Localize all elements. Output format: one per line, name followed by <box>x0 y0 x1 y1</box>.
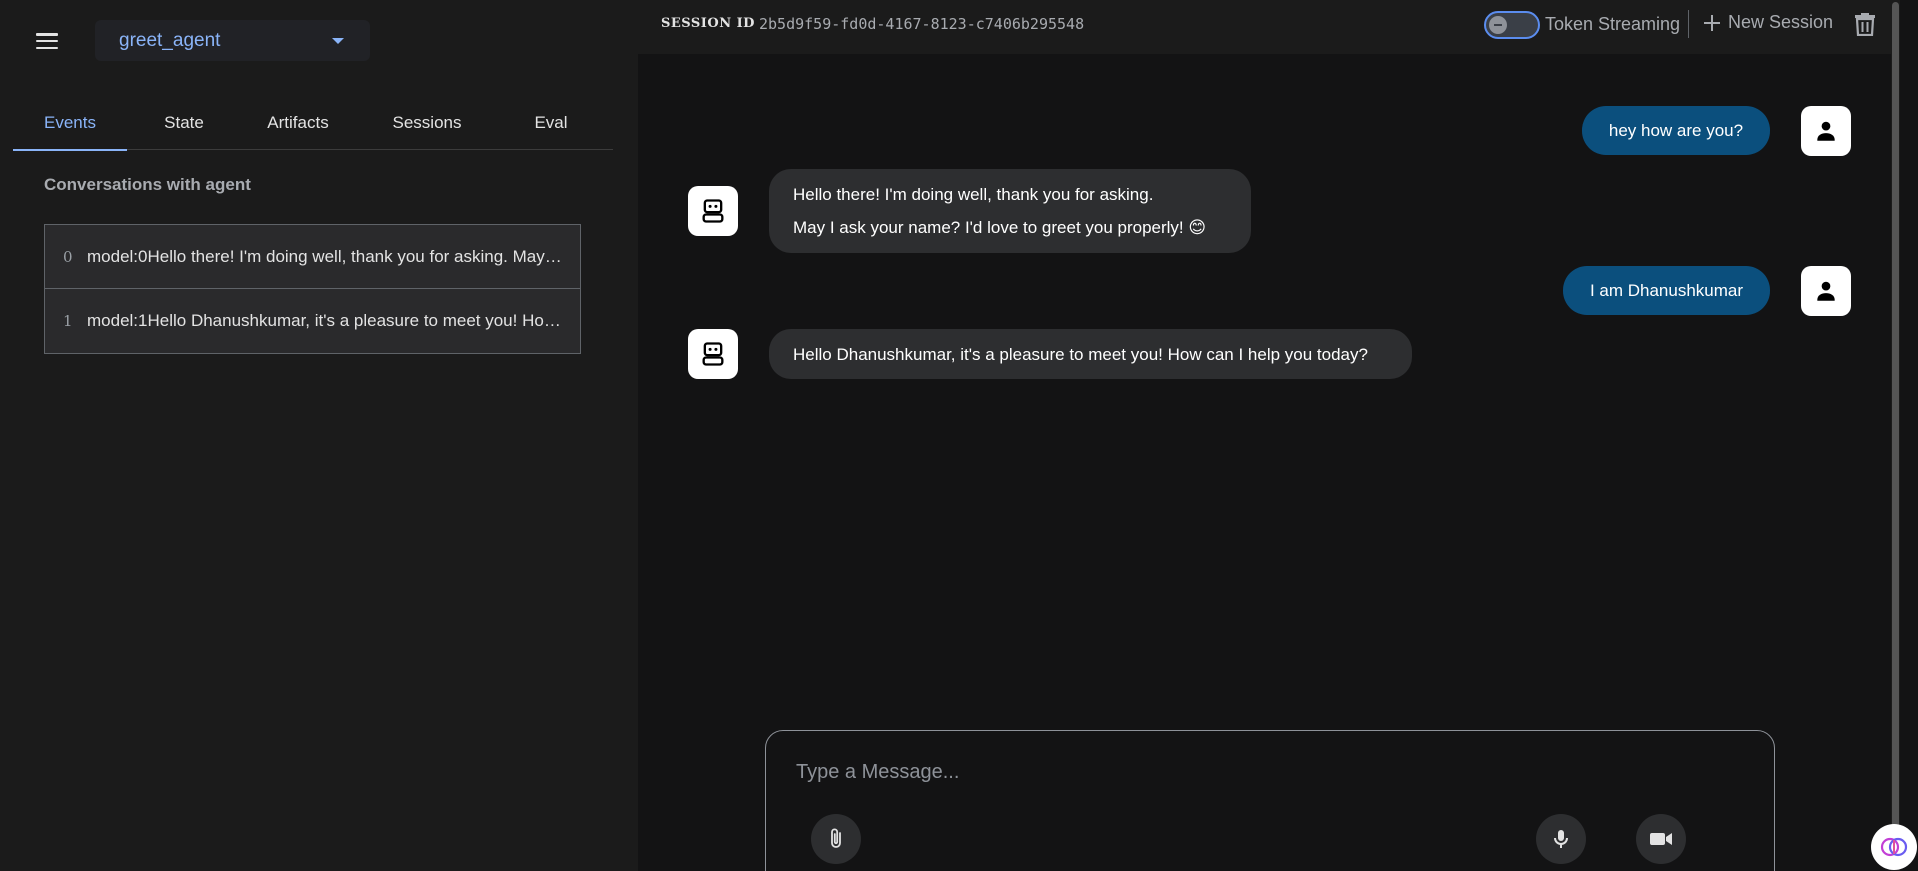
event-row[interactable]: 1 model:1Hello Dhanushkumar, it's a plea… <box>45 289 580 353</box>
sidebar: greet_agent Events State Artifacts Sessi… <box>0 0 638 871</box>
event-row[interactable]: 0 model:0Hello there! I'm doing well, th… <box>45 225 580 289</box>
message-text: hey how are you? <box>1608 120 1744 140</box>
person-icon <box>1817 281 1835 301</box>
bot-message: Hello Dhanushkumar, it's a pleasure to m… <box>769 329 1412 379</box>
video-camera-icon <box>1650 833 1672 845</box>
trash-icon[interactable] <box>1854 12 1876 36</box>
attach-button[interactable] <box>811 814 861 864</box>
person-icon <box>1817 121 1835 141</box>
message-input[interactable] <box>796 757 1696 787</box>
new-session-button[interactable]: New Session <box>1702 12 1833 33</box>
events-list: 0 model:0Hello there! I'm doing well, th… <box>44 224 581 354</box>
agent-name: greet_agent <box>119 29 221 51</box>
user-avatar <box>1801 106 1851 156</box>
bot-avatar <box>688 186 738 236</box>
paperclip-icon <box>831 828 841 848</box>
robot-icon <box>702 199 724 223</box>
event-index: 0 <box>63 247 73 266</box>
scrollbar[interactable] <box>1891 0 1900 871</box>
tab-sessions[interactable]: Sessions <box>355 96 499 150</box>
token-streaming-label: Token Streaming <box>1545 14 1681 34</box>
message-line: Hello there! I'm doing well, thank you f… <box>793 185 1154 204</box>
message-composer <box>765 730 1775 871</box>
scrollbar-thumb[interactable] <box>1892 2 1899 862</box>
user-message: I am Dhanushkumar <box>1563 266 1770 315</box>
event-text: model:1Hello Dhanushkumar, it's a pleasu… <box>87 311 563 330</box>
tab-events[interactable]: Events <box>13 96 127 151</box>
session-id-value: 2b5d9f59-fd0d-4167-8123-c7406b295548 <box>759 15 1085 33</box>
chevron-down-icon <box>332 38 344 44</box>
microphone-icon <box>1554 830 1568 848</box>
plus-icon <box>1704 14 1720 31</box>
bot-avatar <box>688 329 738 379</box>
robot-icon <box>702 342 724 366</box>
chat-panel: SESSION ID 2b5d9f59-fd0d-4167-8123-c7406… <box>638 0 1917 871</box>
new-session-label: New Session <box>1728 12 1834 32</box>
token-streaming-toggle[interactable] <box>1484 11 1540 39</box>
microphone-button[interactable] <box>1536 814 1586 864</box>
toggle-knob <box>1489 16 1507 34</box>
user-avatar <box>1801 266 1851 316</box>
tab-artifacts[interactable]: Artifacts <box>241 96 355 150</box>
user-message: hey how are you? <box>1582 106 1770 155</box>
conversations-title: Conversations with agent <box>44 175 251 194</box>
assistant-button[interactable] <box>1871 824 1917 870</box>
event-index: 1 <box>63 312 73 330</box>
tab-eval[interactable]: Eval <box>499 96 603 150</box>
divider <box>1688 10 1689 38</box>
message-line: Hello Dhanushkumar, it's a pleasure to m… <box>793 344 1368 364</box>
message-line: May I ask your name? I'd love to greet y… <box>793 218 1207 237</box>
brain-icon <box>1880 837 1908 857</box>
menu-icon[interactable] <box>33 29 61 53</box>
event-text: model:0Hello there! I'm doing well, than… <box>87 246 563 266</box>
tab-state[interactable]: State <box>127 96 241 150</box>
bot-message: Hello there! I'm doing well, thank you f… <box>769 169 1251 253</box>
video-button[interactable] <box>1636 814 1686 864</box>
sidebar-tabs: Events State Artifacts Sessions Eval <box>13 96 613 151</box>
agent-select[interactable]: greet_agent <box>95 20 370 61</box>
message-text: I am Dhanushkumar <box>1589 280 1744 300</box>
session-id-label: SESSION ID <box>661 16 755 31</box>
session-topbar: SESSION ID 2b5d9f59-fd0d-4167-8123-c7406… <box>638 0 1900 54</box>
